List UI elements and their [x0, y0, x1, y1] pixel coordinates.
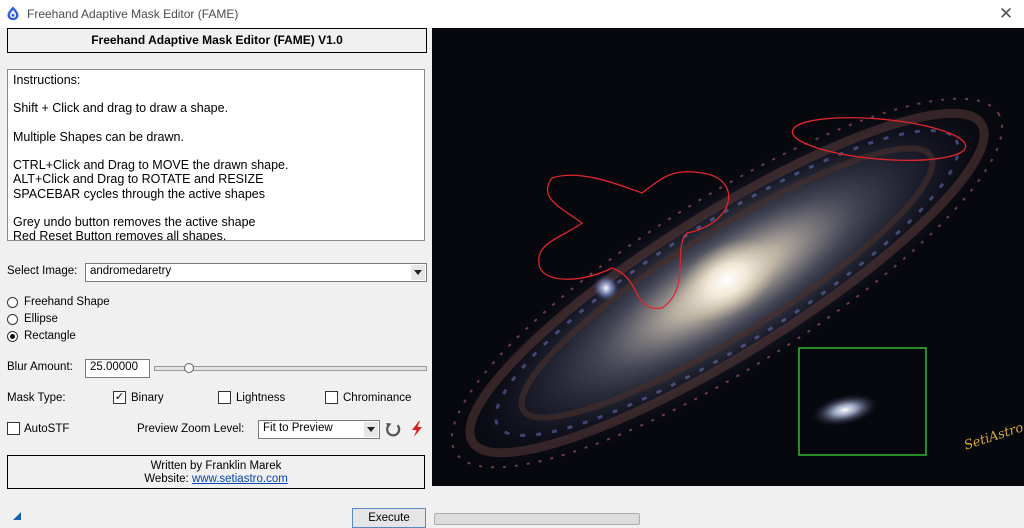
blur-amount-input[interactable]: 25.00000: [85, 359, 150, 378]
horizontal-scrollbar[interactable]: [432, 510, 1024, 528]
checkbox-lightness[interactable]: [218, 391, 231, 404]
script-title: Freehand Adaptive Mask Editor (FAME) V1.…: [91, 33, 343, 47]
app-logo-icon: [7, 6, 19, 20]
website-label: Website:: [144, 473, 189, 485]
chevron-down-icon: [411, 265, 425, 280]
website-line: Website: www.setiastro.com: [8, 473, 424, 486]
radio-rectangle[interactable]: [7, 331, 18, 342]
image-preview[interactable]: SetiAstro: [432, 28, 1024, 486]
checkbox-binary[interactable]: ✓: [113, 391, 126, 404]
binary-label: Binary: [131, 392, 164, 404]
chevron-down-icon: [364, 422, 378, 437]
resize-corner-icon: [13, 512, 21, 520]
radio-freehand-shape[interactable]: [7, 297, 18, 308]
script-title-box: Freehand Adaptive Mask Editor (FAME) V1.…: [7, 28, 427, 53]
radio-rectangle-label: Rectangle: [24, 330, 76, 342]
galaxy-image[interactable]: SetiAstro: [432, 28, 1024, 486]
lightness-label: Lightness: [236, 392, 286, 404]
window-title: Freehand Adaptive Mask Editor (FAME): [27, 7, 239, 21]
website-link[interactable]: www.setiastro.com: [192, 473, 288, 485]
author-credit: Written by Franklin Marek: [150, 460, 282, 472]
zoom-level-label: Preview Zoom Level:: [137, 423, 245, 435]
credits-box: Written by Franklin Marek Website: www.s…: [7, 455, 425, 489]
zoom-level-dropdown[interactable]: Fit to Preview: [258, 420, 380, 439]
close-button[interactable]: ✕: [988, 0, 1024, 28]
undo-icon[interactable]: [384, 420, 402, 438]
radio-freehand-label: Freehand Shape: [24, 296, 110, 308]
scrollbar-thumb[interactable]: [434, 513, 640, 525]
autostf-label: AutoSTF: [24, 423, 70, 435]
blur-amount-label: Blur Amount:: [7, 361, 73, 373]
control-panel: Freehand Adaptive Mask Editor (FAME) V1.…: [0, 28, 432, 528]
mask-type-label: Mask Type:: [7, 392, 66, 404]
blur-amount-value: 25.00000: [90, 361, 138, 373]
chrominance-label: Chrominance: [343, 392, 412, 404]
select-image-dropdown[interactable]: andromedaretry: [85, 263, 427, 282]
blur-slider-handle[interactable]: [184, 363, 195, 373]
checkbox-autostf[interactable]: [7, 422, 20, 435]
execute-button[interactable]: Execute: [352, 508, 426, 528]
zoom-level-value: Fit to Preview: [263, 422, 333, 434]
radio-ellipse-label: Ellipse: [24, 313, 58, 325]
reset-lightning-icon[interactable]: [408, 420, 426, 438]
instructions-textbox[interactable]: Instructions: Shift + Click and drag to …: [7, 69, 425, 241]
select-image-value: andromedaretry: [90, 265, 172, 277]
select-image-label: Select Image:: [7, 265, 78, 277]
close-icon: ✕: [998, 4, 1014, 23]
checkbox-chrominance[interactable]: [325, 391, 338, 404]
title-bar: Freehand Adaptive Mask Editor (FAME) ✕: [0, 0, 1024, 28]
blur-slider-track[interactable]: [154, 366, 427, 371]
radio-ellipse[interactable]: [7, 314, 18, 325]
